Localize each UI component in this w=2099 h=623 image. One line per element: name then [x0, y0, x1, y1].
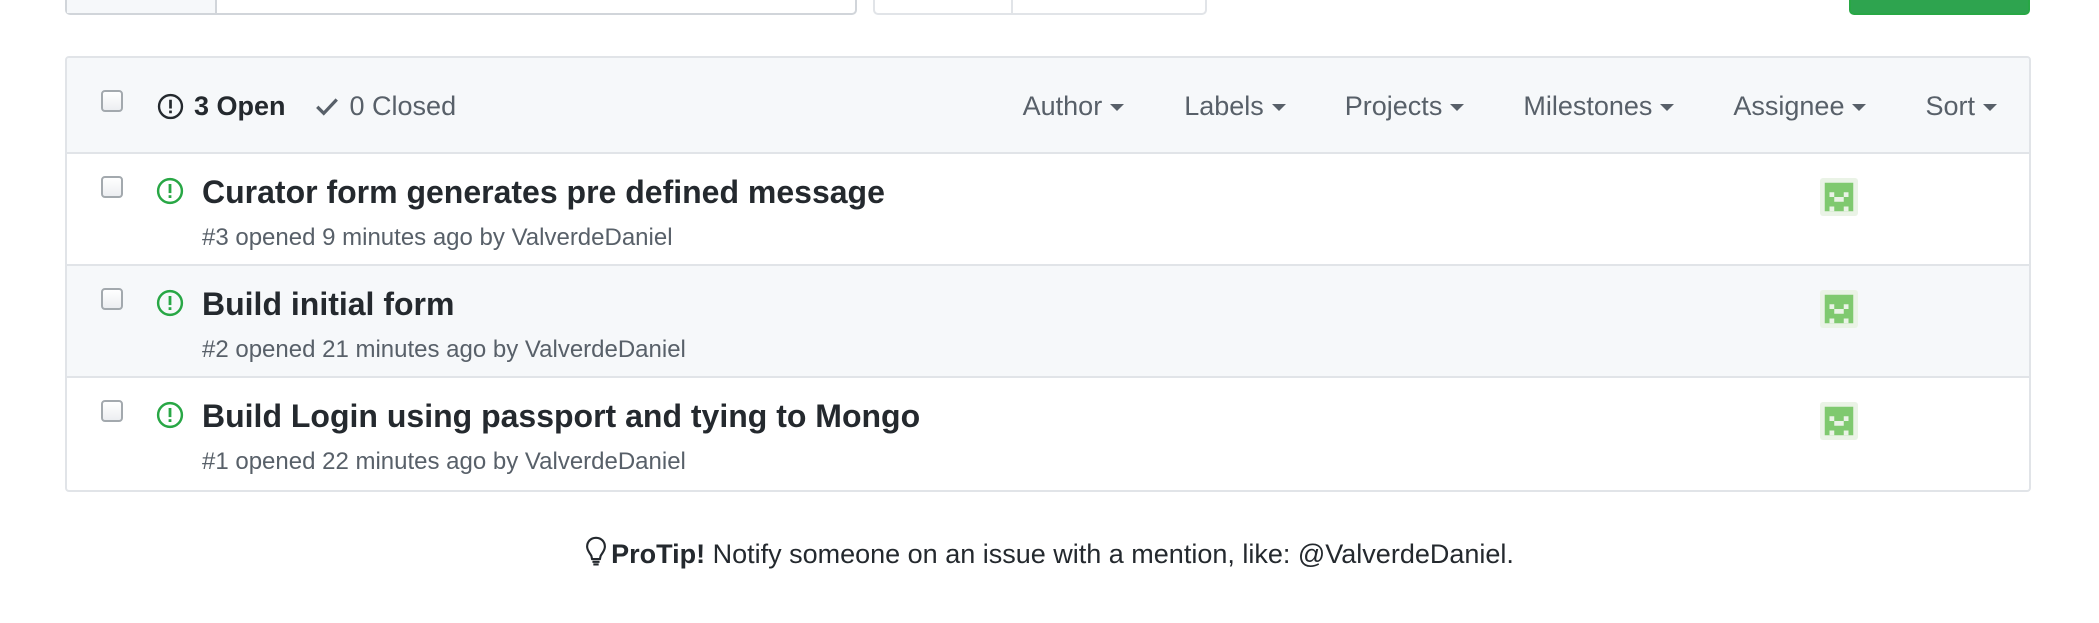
- labels-filter-label: Labels: [1184, 90, 1264, 121]
- assignee-filter-label: Assignee: [1733, 90, 1845, 121]
- open-issues-link[interactable]: 3 Open: [157, 91, 286, 122]
- closed-count-label: 0 Closed: [349, 90, 457, 121]
- issue-meta: #2 opened 21 minutes ago by ValverdeDani…: [202, 336, 686, 363]
- issue-title-link[interactable]: Build initial form: [202, 286, 454, 323]
- identicon-icon: [1824, 406, 1854, 436]
- identicon-icon: [1824, 182, 1854, 212]
- identicon-icon: [1824, 294, 1854, 324]
- assignee-avatar[interactable]: [1820, 178, 1858, 216]
- closed-issues-link[interactable]: 0 Closed: [314, 90, 457, 122]
- protip: ProTip! Notify someone on an issue with …: [0, 536, 2099, 570]
- protip-label: ProTip!: [611, 539, 706, 569]
- chevron-down-icon: [1450, 104, 1465, 111]
- filter-search-bar[interactable]: [65, 0, 857, 15]
- chevron-down-icon: [1852, 104, 1867, 111]
- issue-meta: #3 opened 9 minutes ago by ValverdeDanie…: [202, 224, 673, 251]
- sort-filter-label: Sort: [1925, 90, 1975, 121]
- assignee-avatar[interactable]: [1820, 402, 1858, 440]
- chevron-down-icon: [1271, 104, 1286, 111]
- issue-title-link[interactable]: Curator form generates pre defined messa…: [202, 174, 885, 211]
- issues-list: 3 Open 0 Closed Author Labels Projects M…: [65, 56, 2031, 492]
- labels-milestones-tabs: [873, 0, 1207, 15]
- milestones-filter[interactable]: Milestones: [1523, 90, 1675, 122]
- issue-row: Build initial form #2 opened 21 minutes …: [67, 266, 2029, 378]
- check-icon: [315, 98, 338, 116]
- issue-opened-icon: [156, 289, 184, 317]
- sort-filter[interactable]: Sort: [1925, 91, 1997, 122]
- protip-text: Notify someone on an issue with a mentio…: [705, 539, 1514, 569]
- issue-opened-icon: [156, 401, 184, 429]
- issue-checkbox[interactable]: [101, 400, 123, 422]
- issue-filters: Author Labels Projects Milestones Assign…: [1023, 58, 2029, 154]
- search-input[interactable]: [217, 0, 855, 13]
- chevron-down-icon: [1983, 104, 1997, 111]
- issue-meta: #1 opened 22 minutes ago by ValverdeDani…: [202, 448, 686, 475]
- select-all-checkbox[interactable]: [101, 90, 123, 112]
- open-count-label: 3 Open: [194, 90, 286, 121]
- assignee-avatar[interactable]: [1820, 290, 1858, 328]
- author-filter-label: Author: [1022, 90, 1103, 121]
- assignee-filter[interactable]: Assignee: [1733, 90, 1867, 122]
- light-bulb-icon: [586, 536, 607, 566]
- labels-tab[interactable]: [875, 0, 1013, 13]
- issue-state-toggle: 3 Open 0 Closed: [157, 58, 484, 154]
- issue-checkbox[interactable]: [101, 288, 123, 310]
- milestones-tab[interactable]: [1013, 0, 1205, 13]
- projects-filter[interactable]: Projects: [1345, 91, 1465, 122]
- issue-opened-icon: [156, 177, 184, 205]
- milestones-filter-label: Milestones: [1523, 90, 1653, 121]
- filters-dropdown-button[interactable]: [67, 0, 217, 13]
- issues-list-header: 3 Open 0 Closed Author Labels Projects M…: [67, 58, 2029, 154]
- chevron-down-icon: [1110, 104, 1125, 111]
- labels-filter[interactable]: Labels: [1184, 91, 1286, 122]
- new-issue-button[interactable]: [1849, 0, 2030, 15]
- issue-checkbox[interactable]: [101, 176, 123, 198]
- issue-row: Build Login using passport and tying to …: [67, 378, 2029, 490]
- issue-row: Curator form generates pre defined messa…: [67, 154, 2029, 266]
- chevron-down-icon: [1660, 104, 1675, 111]
- issue-title-link[interactable]: Build Login using passport and tying to …: [202, 398, 920, 435]
- projects-filter-label: Projects: [1344, 90, 1443, 121]
- author-filter[interactable]: Author: [1023, 91, 1125, 122]
- issue-opened-icon: [157, 93, 184, 119]
